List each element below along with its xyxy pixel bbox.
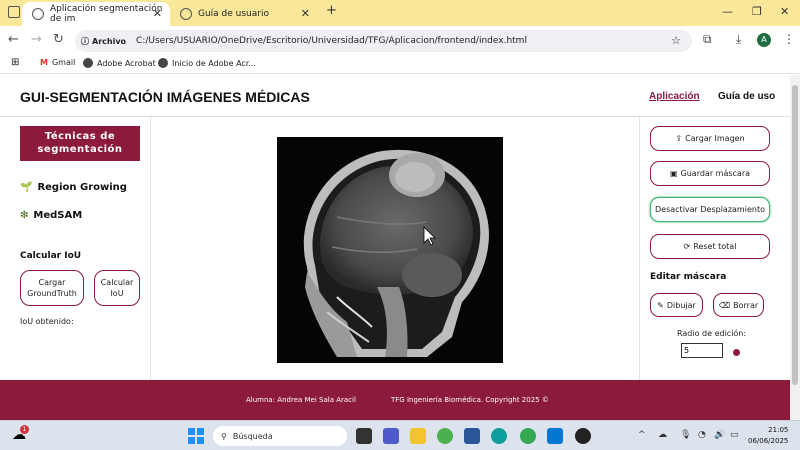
bookmarks-bar: ⊞ M Gmail Adobe Acrobat Inicio de Adobe A… xyxy=(0,54,800,74)
erase-button[interactable]: ⌫ Borrar xyxy=(713,293,764,317)
globe-icon xyxy=(158,58,168,68)
right-panel: ⇪ Cargar Imagen ▣ Guardar máscara Desactiv… xyxy=(640,117,790,380)
github-icon[interactable] xyxy=(575,428,591,444)
scrollbar-thumb[interactable] xyxy=(792,85,798,385)
load-image-button[interactable]: ⇪ Cargar Imagen xyxy=(650,126,770,151)
close-tab-icon[interactable]: ✕ xyxy=(153,7,162,20)
download-icon[interactable]: ⤓ xyxy=(736,32,741,47)
windows-start-icon[interactable] xyxy=(188,428,204,444)
tab-actions-icon[interactable] xyxy=(8,6,20,18)
forward-icon[interactable]: → xyxy=(31,32,42,47)
globe-icon xyxy=(32,8,44,20)
iou-result-label: IoU obtenido: xyxy=(20,317,74,326)
battery-icon[interactable]: ▭ xyxy=(730,430,739,440)
techniques-header: Técnicas de segmentación xyxy=(20,126,140,161)
upload-icon: ⇪ xyxy=(675,134,683,143)
url-text: C:/Users/USUARIO/OneDrive/Escritorio/Uni… xyxy=(136,36,527,46)
mri-image-canvas[interactable] xyxy=(277,137,503,363)
notification-badge: 1 xyxy=(20,425,29,434)
onedrive-icon[interactable]: ☁ xyxy=(658,430,667,440)
mask-color-swatch[interactable] xyxy=(733,349,740,356)
image-viewer xyxy=(150,117,640,380)
save-icon: ▣ xyxy=(669,169,678,178)
edge-icon[interactable] xyxy=(491,428,507,444)
teams-icon[interactable] xyxy=(383,428,399,444)
load-groundtruth-button[interactable]: Cargar GroundTruth xyxy=(20,270,84,306)
tab-title: Guía de usuario xyxy=(198,9,269,19)
left-panel: Técnicas de segmentación 🌱 Region Growin… xyxy=(0,117,150,380)
sparkle-icon: ❇ xyxy=(20,210,29,221)
nav-guia-uso[interactable]: Guía de uso xyxy=(718,91,775,102)
close-tab-icon[interactable]: ✕ xyxy=(301,7,310,20)
file-chip[interactable]: ⓘ Archivo xyxy=(81,36,126,47)
minimize-button[interactable]: — xyxy=(722,5,733,18)
save-mask-button[interactable]: ▣ Guardar máscara xyxy=(650,161,770,186)
chrome-icon[interactable] xyxy=(437,428,453,444)
eraser-icon: ⌫ xyxy=(718,300,731,310)
bookmark-acrobat[interactable]: Adobe Acrobat xyxy=(83,58,156,68)
app-footer: Alumna: Andrea Mei Sala Aracil TFG Ingen… xyxy=(0,380,790,420)
wifi-icon[interactable]: ◔ xyxy=(698,430,706,440)
new-tab-button[interactable]: + xyxy=(326,3,337,18)
edit-radius-input[interactable] xyxy=(681,343,723,358)
nav-aplicacion[interactable]: Aplicación xyxy=(649,91,700,102)
globe-icon xyxy=(83,58,93,68)
menu-icon[interactable]: ⋮ xyxy=(783,32,795,46)
page-title: GUI-SEGMENTACIÓN IMÁGENES MÉDICAS xyxy=(20,89,310,105)
toggle-pan-button[interactable]: Desactivar Desplazamiento xyxy=(650,197,770,222)
bookmark-adobe-home[interactable]: Inicio de Adobe Acr... xyxy=(158,58,256,68)
reset-button[interactable]: ⟳ Reset total xyxy=(650,234,770,259)
word-icon[interactable] xyxy=(464,428,480,444)
volume-icon[interactable]: 🔊 xyxy=(714,430,725,440)
refresh-icon: ⟳ xyxy=(683,242,691,251)
info-icon: ⓘ xyxy=(81,36,89,46)
edit-mask-title: Editar máscara xyxy=(650,272,727,282)
footer-author: Alumna: Andrea Mei Sala Aracil xyxy=(246,396,356,404)
system-clock[interactable]: 21:05 06/06/2025 xyxy=(748,425,788,447)
file-explorer-icon[interactable] xyxy=(410,428,426,444)
globe-icon xyxy=(180,8,192,20)
app-header: GUI-SEGMENTACIÓN IMÁGENES MÉDICAS Aplica… xyxy=(0,75,790,117)
chrome-profile-icon[interactable] xyxy=(520,428,536,444)
vscode-icon[interactable] xyxy=(547,428,563,444)
address-bar[interactable]: ⓘ Archivo C:/Users/USUARIO/OneDrive/Escri… xyxy=(75,30,692,52)
search-icon: ⚲ xyxy=(221,431,227,441)
chevron-up-icon[interactable]: ^ xyxy=(638,430,646,440)
calculate-iou-button[interactable]: Calcular IoU xyxy=(94,270,140,306)
profile-avatar[interactable]: A xyxy=(757,33,771,47)
bookmark-star-icon[interactable]: ☆ xyxy=(671,34,681,47)
bookmark-gmail[interactable]: M Gmail xyxy=(40,58,75,67)
microphone-icon[interactable]: 🎙 xyxy=(680,430,691,440)
iou-section-title: Calcular IoU xyxy=(20,251,82,261)
browser-tab-bar: Aplicación segmentación de im ✕ Guía de … xyxy=(0,0,800,26)
browser-toolbar: ← → ↻ ⓘ Archivo C:/Users/USUARIO/OneDrive… xyxy=(0,26,800,54)
sprout-icon: 🌱 xyxy=(20,182,33,193)
edit-radius-label: Radio de edición: xyxy=(677,329,747,338)
taskbar-search[interactable]: ⚲ Búsqueda xyxy=(213,426,347,446)
close-window-button[interactable]: ✕ xyxy=(780,5,789,18)
back-icon[interactable]: ← xyxy=(8,32,19,47)
technique-medsam[interactable]: ❇ MedSAM xyxy=(20,210,82,221)
tab-guia[interactable]: Guía de usuario ✕ xyxy=(170,2,318,26)
windows-taskbar: ☁ 1 ⚲ Búsqueda ^ ☁ 🎙 ◔ 🔊 ▭ 21:05 06/06/2… xyxy=(0,420,800,450)
reload-icon[interactable]: ↻ xyxy=(53,32,64,47)
maximize-button[interactable]: ❐ xyxy=(752,5,762,18)
apps-grid-icon[interactable]: ⊞ xyxy=(11,57,19,68)
mri-brain-image xyxy=(277,137,503,363)
technique-region-growing[interactable]: 🌱 Region Growing xyxy=(20,182,127,193)
gmail-icon: M xyxy=(40,58,48,67)
page-scrollbar[interactable] xyxy=(790,75,800,420)
draw-button[interactable]: ✎ Dibujar xyxy=(650,293,703,317)
extensions-icon[interactable]: ⧉ xyxy=(703,32,712,47)
footer-copyright: TFG Ingeniería Biomédica. Copyright 2025… xyxy=(391,396,549,404)
tab-aplicacion[interactable]: Aplicación segmentación de im ✕ xyxy=(22,2,170,26)
task-view-icon[interactable] xyxy=(356,428,372,444)
pencil-icon: ✎ xyxy=(657,300,664,310)
